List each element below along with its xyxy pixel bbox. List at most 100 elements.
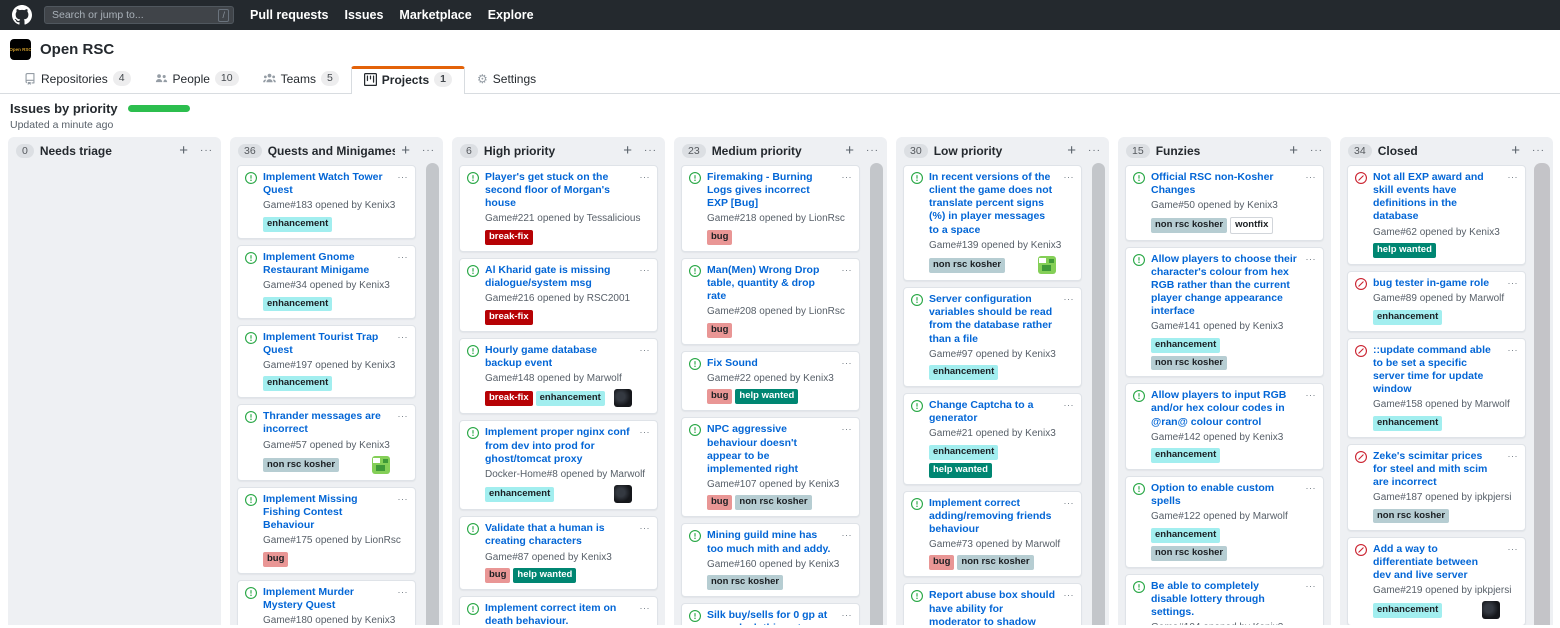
issue-card[interactable]: Official RSC non-Kosher Changes···Game#5… [1125,165,1324,241]
issue-card[interactable]: Report abuse box should have ability for… [903,583,1082,625]
issue-card[interactable]: Al Kharid gate is missing dialogue/syste… [459,258,658,332]
issue-card[interactable]: Add a way to differentiate between dev a… [1347,537,1526,626]
card-menu-button[interactable]: ··· [1300,580,1316,593]
project-title[interactable]: Issues by priority [10,101,118,116]
issue-title-link[interactable]: Be able to completely disable lottery th… [1151,580,1297,619]
add-card-button[interactable]: + [623,143,632,158]
issue-title-link[interactable]: Firemaking - Burning Logs gives incorrec… [707,171,833,210]
card-menu-button[interactable]: ··· [1502,450,1518,463]
card-menu-button[interactable]: ··· [1300,253,1316,266]
issue-title-link[interactable]: Allow players to input RGB and/or hex co… [1151,389,1297,428]
card-menu-button[interactable]: ··· [1502,277,1518,290]
card-menu-button[interactable]: ··· [634,426,650,439]
card-menu-button[interactable]: ··· [1502,171,1518,184]
issue-card[interactable]: Change Captcha to a generator···Game#21 … [903,393,1082,484]
issue-card[interactable]: Implement Missing Fishing Contest Behavi… [237,487,416,574]
card-menu-button[interactable]: ··· [1300,482,1316,495]
issue-card[interactable]: bug tester in-game role···Game#89 opened… [1347,271,1526,332]
card-menu-button[interactable]: ··· [1502,344,1518,357]
issue-title-link[interactable]: NPC aggressive behaviour doesn't appear … [707,423,833,476]
github-logo-icon[interactable] [12,5,32,25]
column-menu-button[interactable]: ··· [200,146,213,156]
issue-card[interactable]: Zeke's scimitar prices for steel and mit… [1347,444,1526,531]
issue-title-link[interactable]: In recent versions of the client the gam… [929,171,1055,237]
issue-title-link[interactable]: Implement Gnome Restaurant Minigame [263,251,389,277]
issue-title-link[interactable]: Fix Sound [707,357,833,370]
card-menu-button[interactable]: ··· [1058,589,1074,602]
column-menu-button[interactable]: ··· [866,146,879,156]
card-menu-button[interactable]: ··· [392,586,408,599]
issue-title-link[interactable]: Report abuse box should have ability for… [929,589,1055,625]
issue-card[interactable]: Implement Murder Mystery Quest···Game#18… [237,580,416,625]
issue-card[interactable]: Not all EXP award and skill events have … [1347,165,1526,265]
card-menu-button[interactable]: ··· [1300,171,1316,184]
issue-title-link[interactable]: Player's get stuck on the second floor o… [485,171,631,210]
column-menu-button[interactable]: ··· [1310,146,1323,156]
column-scrollbar[interactable] [1092,163,1105,625]
card-menu-button[interactable]: ··· [1058,293,1074,306]
search-input[interactable]: Search or jump to... / [44,6,234,24]
issue-title-link[interactable]: Implement correct item on death behaviou… [485,602,631,625]
issue-card[interactable]: Implement proper nginx conf from dev int… [459,420,658,510]
card-menu-button[interactable]: ··· [1502,543,1518,556]
issue-title-link[interactable]: Implement Murder Mystery Quest [263,586,389,612]
issue-card[interactable]: Man(Men) Wrong Drop table, quantity & dr… [681,258,860,345]
card-menu-button[interactable]: ··· [634,602,650,615]
issue-title-link[interactable]: Implement Tourist Trap Quest [263,331,389,357]
issue-title-link[interactable]: Al Kharid gate is missing dialogue/syste… [485,264,631,290]
issue-title-link[interactable]: Validate that a human is creating charac… [485,522,631,548]
issue-title-link[interactable]: Implement Missing Fishing Contest Behavi… [263,493,389,532]
card-menu-button[interactable]: ··· [392,251,408,264]
card-menu-button[interactable]: ··· [836,529,852,542]
issue-title-link[interactable]: Silk buy/sells for 0 gp at varrock cloth… [707,609,833,625]
card-menu-button[interactable]: ··· [1058,399,1074,412]
column-menu-button[interactable]: ··· [1088,146,1101,156]
card-menu-button[interactable]: ··· [836,171,852,184]
issue-card[interactable]: Allow players to input RGB and/or hex co… [1125,383,1324,470]
issue-card[interactable]: Be able to completely disable lottery th… [1125,574,1324,625]
issue-card[interactable]: Option to enable custom spells···Game#12… [1125,476,1324,567]
card-menu-button[interactable]: ··· [392,171,408,184]
issue-title-link[interactable]: bug tester in-game role [1373,277,1499,290]
issue-title-link[interactable]: Server configuration variables should be… [929,293,1055,346]
issue-card[interactable]: Implement Tourist Trap Quest···Game#197 … [237,325,416,399]
issue-title-link[interactable]: Not all EXP award and skill events have … [1373,171,1499,224]
issue-card[interactable]: ::update command able to be set a specif… [1347,338,1526,438]
issue-card[interactable]: Implement correct adding/removing friend… [903,491,1082,578]
card-menu-button[interactable]: ··· [634,522,650,535]
issue-card[interactable]: Server configuration variables should be… [903,287,1082,387]
card-menu-button[interactable]: ··· [1300,389,1316,402]
issue-card[interactable]: Player's get stuck on the second floor o… [459,165,658,252]
issue-card[interactable]: Thrander messages are incorrect···Game#5… [237,404,416,481]
issue-card[interactable]: Implement Watch Tower Quest···Game#183 o… [237,165,416,239]
card-menu-button[interactable]: ··· [836,357,852,370]
column-menu-button[interactable]: ··· [422,146,435,156]
issue-title-link[interactable]: Official RSC non-Kosher Changes [1151,171,1297,197]
add-card-button[interactable]: + [1511,143,1520,158]
issue-card[interactable]: Validate that a human is creating charac… [459,516,658,590]
nav-link-explore[interactable]: Explore [488,8,534,22]
add-card-button[interactable]: + [1067,143,1076,158]
issue-card[interactable]: Fix Sound···Game#22 opened by Kenix3bugh… [681,351,860,412]
add-card-button[interactable]: + [1289,143,1298,158]
tab-teams[interactable]: Teams5 [251,66,351,93]
issue-card[interactable]: NPC aggressive behaviour doesn't appear … [681,417,860,517]
column-scrollbar[interactable] [870,163,883,625]
card-menu-button[interactable]: ··· [634,171,650,184]
issue-card[interactable]: In recent versions of the client the gam… [903,165,1082,281]
add-card-button[interactable]: + [179,143,188,158]
issue-title-link[interactable]: Add a way to differentiate between dev a… [1373,543,1499,582]
issue-title-link[interactable]: ::update command able to be set a specif… [1373,344,1499,397]
issue-title-link[interactable]: Thrander messages are incorrect [263,410,389,436]
issue-title-link[interactable]: Change Captcha to a generator [929,399,1055,425]
tab-repositories[interactable]: Repositories4 [12,66,143,93]
issue-card[interactable]: Hourly game database backup event···Game… [459,338,658,415]
card-menu-button[interactable]: ··· [634,344,650,357]
issue-title-link[interactable]: Zeke's scimitar prices for steel and mit… [1373,450,1499,489]
issue-title-link[interactable]: Option to enable custom spells [1151,482,1297,508]
card-menu-button[interactable]: ··· [392,410,408,423]
org-avatar[interactable]: Open RSC [10,39,31,60]
issue-title-link[interactable]: Mining guild mine has too much mith and … [707,529,833,555]
card-menu-button[interactable]: ··· [392,331,408,344]
card-menu-button[interactable]: ··· [1058,171,1074,184]
